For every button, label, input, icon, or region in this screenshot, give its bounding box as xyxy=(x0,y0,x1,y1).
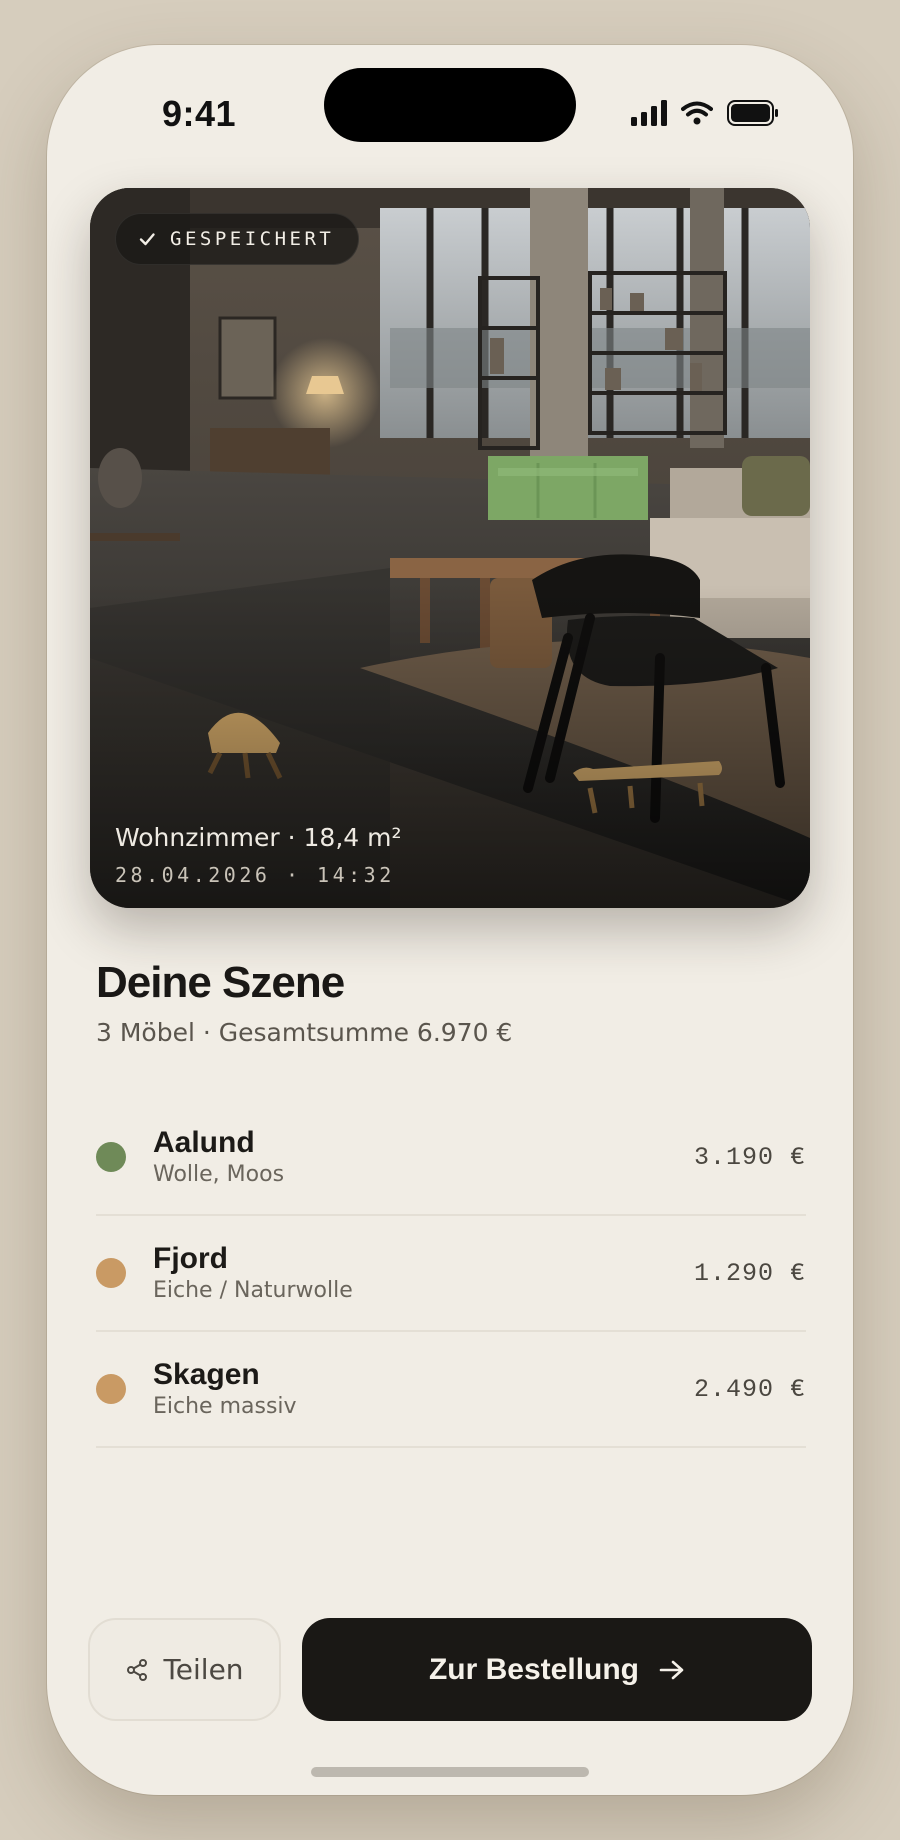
signal-icon xyxy=(631,100,667,126)
saved-badge: GESPEICHERT xyxy=(115,213,360,265)
status-bar: 9:41 xyxy=(47,45,853,185)
battery-icon xyxy=(727,100,778,126)
home-indicator xyxy=(311,1767,589,1777)
arrow-right-icon xyxy=(659,1660,684,1679)
photo-timestamp: 28.04.2026 · 14:32 xyxy=(115,863,395,887)
room-caption: Wohnzimmer · 18,4 m² xyxy=(115,823,402,852)
status-time: 9:41 xyxy=(162,93,237,134)
item-name: Skagen xyxy=(153,1358,260,1391)
item-price: 3.190 € xyxy=(693,1142,806,1172)
color-swatch xyxy=(96,1374,126,1404)
share-button[interactable]: Teilen xyxy=(88,1618,281,1721)
item-name: Aalund xyxy=(153,1126,255,1159)
furniture-list: Aalund Wolle, Moos 3.190 € Fjord Eiche /… xyxy=(96,1100,806,1448)
scene-summary: 3 Möbel · Gesamtsumme 6.970 € xyxy=(96,1018,513,1047)
saved-badge-label: GESPEICHERT xyxy=(170,228,335,250)
page-title: Deine Szene xyxy=(96,958,345,1007)
list-item[interactable]: Fjord Eiche / Naturwolle 1.290 € xyxy=(96,1216,806,1332)
scene-photo-card[interactable]: GESPEICHERT Wohnzimmer · 18,4 m² 28.04.2… xyxy=(90,188,810,908)
item-material: Wolle, Moos xyxy=(153,1162,285,1187)
color-swatch xyxy=(96,1142,126,1172)
dynamic-island xyxy=(324,68,576,142)
list-item[interactable]: Skagen Eiche massiv 2.490 € xyxy=(96,1332,806,1448)
list-item[interactable]: Aalund Wolle, Moos 3.190 € xyxy=(96,1100,806,1216)
phone-frame: 9:41 GESPEICHERT Wohnzimmer · 18,4 m² 28… xyxy=(47,45,853,1795)
wifi-icon xyxy=(681,101,713,125)
item-price: 1.290 € xyxy=(693,1258,806,1288)
item-material: Eiche / Naturwolle xyxy=(153,1278,353,1303)
color-swatch xyxy=(96,1258,126,1288)
order-button[interactable]: Zur Bestellung xyxy=(302,1618,812,1721)
item-name: Fjord xyxy=(153,1242,228,1275)
order-button-label: Zur Bestellung xyxy=(428,1652,639,1686)
share-button-label: Teilen xyxy=(163,1653,244,1686)
check-icon xyxy=(139,233,155,246)
share-icon xyxy=(127,1658,148,1681)
item-price: 2.490 € xyxy=(693,1374,806,1404)
status-icons xyxy=(631,100,779,126)
item-material: Eiche massiv xyxy=(153,1394,297,1419)
room-scene-image xyxy=(90,188,810,908)
